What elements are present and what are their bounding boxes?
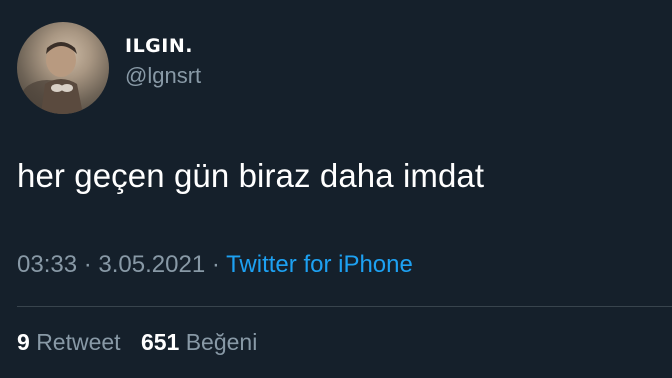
retweet-count: 9 — [17, 329, 30, 355]
likes-stat[interactable]: 651 Beğeni — [141, 329, 257, 355]
tweet-time[interactable]: 03:33 — [17, 251, 77, 278]
like-count: 651 — [140, 329, 180, 355]
tweet-stats: 9 Retweet 651 Beğeni — [17, 329, 257, 356]
divider — [17, 306, 672, 307]
like-label: Beğeni — [185, 329, 258, 355]
user-handle[interactable]: @lgnsrt — [125, 63, 201, 89]
tweet-source-link[interactable]: Twitter for iPhone — [226, 251, 413, 278]
retweet-label: Retweet — [36, 329, 121, 355]
display-name[interactable]: ILGIN. — [125, 35, 193, 57]
tweet-date[interactable]: 3.05.2021 — [98, 251, 205, 278]
tweet-meta: 03:33 · 3.05.2021 · Twitter for iPhone — [17, 251, 413, 279]
avatar[interactable] — [17, 22, 109, 114]
tweet-card: ILGIN. @lgnsrt her geçen gün biraz daha … — [0, 0, 672, 378]
avatar-image — [21, 42, 83, 114]
meta-separator-2: · — [211, 251, 220, 278]
retweets-stat[interactable]: 9 Retweet — [17, 329, 121, 355]
meta-separator: · — [83, 251, 92, 278]
tweet-text: her geçen gün biraz daha imdat — [17, 157, 485, 194]
